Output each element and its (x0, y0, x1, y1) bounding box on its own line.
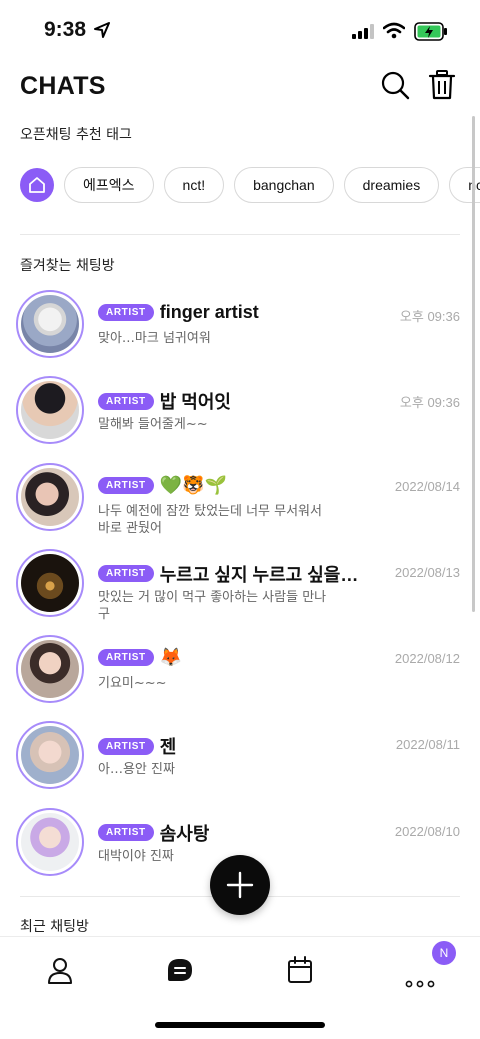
chat-preview: 맞아…마크 넘귀여워 (98, 331, 211, 346)
artist-badge: ARTIST (98, 565, 154, 583)
recent-section-label: 최근 채팅방 (20, 919, 89, 935)
chat-name: 누르고 싶지 누르고 싶을꺼… (159, 564, 375, 585)
avatar (21, 553, 79, 612)
tags-section-label: 오픈채팅 추천 태그 (20, 127, 132, 143)
chat-preview: 대박이야 진짜 (98, 848, 174, 864)
avatar (21, 726, 79, 785)
chat-room-item[interactable]: ARTIST 누르고 싶지 누르고 싶을꺼… 2022/08/13 맛있는 거 많… (0, 548, 480, 635)
chat-name: 솜사탕 (159, 823, 210, 844)
artist-badge: ARTIST (98, 476, 154, 494)
chat-room-item[interactable]: ARTIST finger artist 오후 09:36 맞아…마크 넘귀여워 (0, 290, 480, 376)
avatar-ring (16, 721, 84, 790)
tag-chip[interactable]: dreamies (343, 167, 440, 203)
avatar-ring (16, 548, 84, 617)
divider (20, 234, 460, 235)
chat-time: 2022/08/10 (394, 823, 460, 839)
artist-badge: ARTIST (98, 824, 154, 842)
tag-chip[interactable]: bangchan (234, 167, 334, 203)
wifi-icon (383, 22, 405, 39)
chat-preview: 맛있는 거 많이 먹구 좋아하는 사람들 만나구 (98, 589, 327, 622)
avatar (21, 640, 79, 699)
header: CHATS (0, 64, 480, 116)
home-indicator[interactable] (155, 1022, 325, 1028)
chat-name: 밥 먹어잇 (159, 392, 231, 413)
chat-room-item[interactable]: ARTIST 밥 먹어잇 오후 09:36 말해봐 들어줄게~~ (0, 376, 480, 462)
search-icon (381, 71, 410, 100)
chat-title-row: ARTIST 솜사탕 (98, 820, 209, 846)
chat-time: 오후 09:36 (399, 395, 460, 411)
artist-badge: ARTIST (98, 649, 154, 667)
status-time: 9:38 (44, 18, 87, 41)
favorites-section-label: 즐겨찾는 채팅방 (20, 258, 115, 274)
new-chat-button[interactable] (210, 855, 270, 915)
artist-badge: ARTIST (98, 304, 154, 321)
chat-preview: 아…용안 진짜 (98, 762, 175, 778)
avatar-ring (16, 376, 84, 445)
person-icon (48, 958, 72, 984)
avatar-ring (16, 290, 84, 358)
chat-time: 2022/08/12 (394, 651, 460, 667)
chat-name: 💚🐯🌱 (159, 474, 227, 495)
tags-row[interactable]: 에프엑스nct!bangchandreamies ncts (20, 167, 480, 205)
chat-preview: 나두 예전에 잠깐 탔었는데 너무 무서워서 바로 관뒀어 (98, 503, 322, 536)
chat-title-row: ARTIST 🦊 (98, 647, 182, 668)
tab-calendar[interactable] (280, 953, 320, 989)
trash-icon (428, 70, 456, 100)
scrollbar[interactable] (472, 116, 475, 612)
chat-time: 오후 09:36 (399, 309, 460, 324)
tag-chip[interactable]: 에프엑스 (64, 167, 154, 203)
avatar (21, 467, 79, 526)
page-title: CHATS (20, 72, 106, 100)
tag-home-chip[interactable] (20, 168, 54, 202)
delete-button[interactable] (428, 70, 456, 100)
chat-name: finger artist (159, 302, 259, 322)
chat-room-item[interactable]: ARTIST 젠 2022/08/11 아…용안 진짜 (0, 721, 480, 807)
chat-room-item[interactable]: ARTIST 💚🐯🌱 2022/08/14 나두 예전에 잠깐 탔었는데 너무 무… (0, 462, 480, 549)
avatar-ring (16, 807, 84, 876)
tag-chip[interactable]: ncts (449, 167, 480, 203)
chat-preview: 말해봐 들어줄게~~ (98, 417, 208, 433)
avatar (21, 381, 79, 440)
chat-name: 🦊 (159, 647, 183, 668)
chat-time: 2022/08/11 (395, 737, 460, 753)
new-badge: N (432, 941, 456, 965)
location-arrow-icon (94, 22, 110, 38)
tag-chip[interactable]: nct! (163, 167, 225, 203)
plus-icon (226, 871, 254, 899)
home-icon (29, 177, 45, 193)
chat-title-row: ARTIST 💚🐯🌱 (98, 475, 227, 496)
chat-preview: 기요미~~~ (98, 676, 167, 692)
chat-title-row: ARTIST 젠 (98, 733, 176, 759)
cellular-signal-icon (352, 24, 374, 39)
avatar (21, 812, 79, 871)
chat-title-row: ARTIST finger artist (98, 302, 259, 323)
favorite-chat-list: ARTIST finger artist 오후 09:36 맞아…마크 넘귀여워 … (0, 290, 480, 894)
tab-profile[interactable] (40, 953, 80, 989)
avatar-ring (16, 462, 84, 531)
artist-badge: ARTIST (98, 737, 154, 755)
chat-title-row: ARTIST 누르고 싶지 누르고 싶을꺼… (98, 561, 375, 587)
status-bar: 9:38 (0, 0, 480, 64)
chat-time: 2022/08/13 (394, 564, 460, 580)
avatar-ring (16, 635, 84, 704)
avatar (21, 295, 79, 353)
battery-charging-icon (414, 22, 447, 41)
chat-room-item[interactable]: ARTIST 🦊 2022/08/12 기요미~~~ (0, 635, 480, 721)
search-button[interactable] (380, 70, 410, 100)
chat-title-row: ARTIST 밥 먹어잇 (98, 388, 231, 414)
calendar-icon (288, 956, 312, 983)
chat-time: 2022/08/14 (394, 478, 460, 494)
artist-badge: ARTIST (98, 392, 154, 410)
tab-chats[interactable] (160, 953, 200, 989)
chat-name: 젠 (159, 737, 177, 758)
chat-bubble-icon (168, 959, 192, 981)
